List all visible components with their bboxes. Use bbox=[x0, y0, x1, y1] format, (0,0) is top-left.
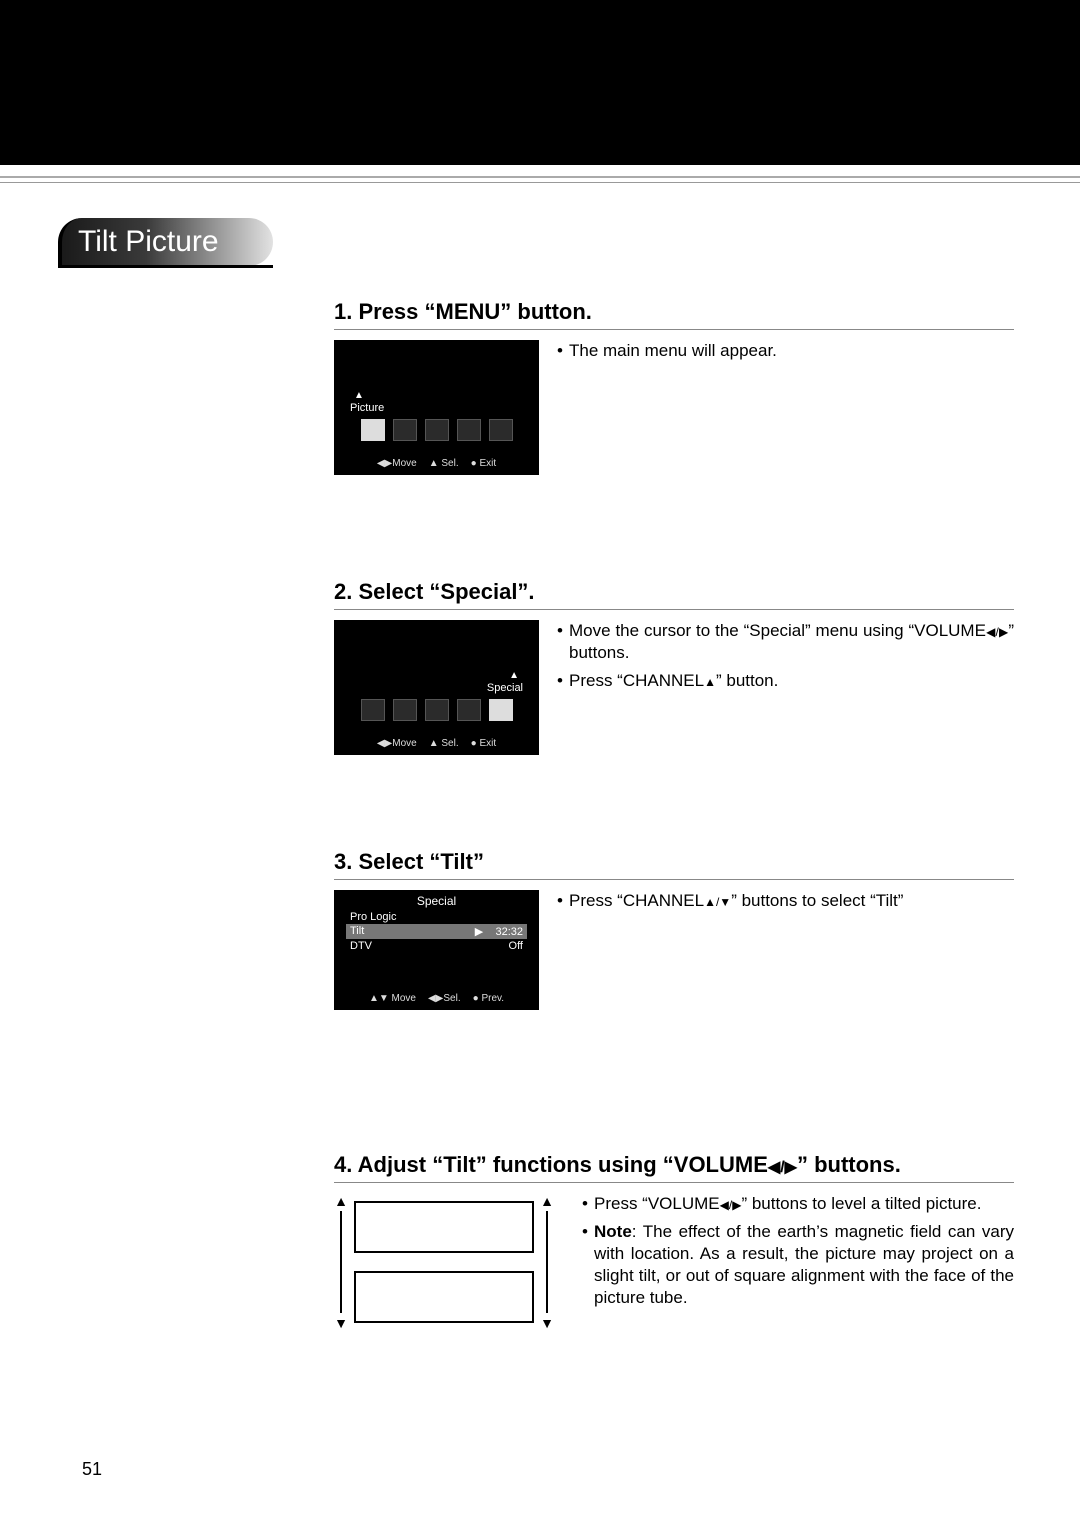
osd-nav-sel: ▲ Sel. bbox=[429, 458, 459, 469]
osd-row-selected: Tilt ▶ 32:32 bbox=[346, 924, 527, 939]
note-label: Note bbox=[594, 1222, 632, 1241]
section-title-underline bbox=[58, 265, 273, 268]
osd-nav-exit: ● Exit bbox=[471, 738, 497, 749]
osd-icon bbox=[425, 419, 449, 441]
osd-row-value: Off bbox=[509, 940, 523, 952]
header-rule-2 bbox=[0, 182, 1080, 183]
header-black-band bbox=[0, 0, 1080, 165]
step-heading: 1. Press “MENU” button. bbox=[334, 299, 1014, 325]
tilt-arrow-right: ▲ ▼ bbox=[542, 1193, 552, 1331]
step-notes: Press “CHANNEL▲/▼” buttons to select “Ti… bbox=[557, 890, 1014, 918]
manual-page: Tilt Picture 1. Press “MENU” button. ▲ P… bbox=[0, 0, 1080, 1526]
tilt-rect-bottom bbox=[354, 1271, 534, 1323]
triangle-up-down-icon: ▲/▼ bbox=[704, 895, 731, 909]
step-rule bbox=[334, 609, 1014, 610]
osd-submenu-rows: Pro Logic Tilt ▶ 32:32 DTV Off bbox=[346, 910, 527, 953]
osd-icon bbox=[457, 699, 481, 721]
step-rule bbox=[334, 329, 1014, 330]
note-item: Press “CHANNEL▲/▼” buttons to select “Ti… bbox=[557, 890, 1014, 912]
step-heading: 3. Select “Tilt” bbox=[334, 849, 1014, 875]
osd-row: DTV Off bbox=[346, 939, 527, 953]
osd-screenshot-submenu: Special Pro Logic Tilt ▶ 32:32 DTV Off bbox=[334, 890, 539, 1010]
note-item: Move the cursor to the “Special” menu us… bbox=[557, 620, 1014, 664]
osd-icon bbox=[457, 419, 481, 441]
chevron-up-icon: ▲ bbox=[354, 390, 364, 401]
triangle-down-icon: ▼ bbox=[334, 1315, 348, 1331]
step-rule bbox=[334, 1182, 1014, 1183]
osd-nav-sel: ◀▶Sel. bbox=[428, 993, 461, 1004]
header-rule-1 bbox=[0, 176, 1080, 178]
note-item: The main menu will appear. bbox=[557, 340, 1014, 362]
tilt-arrow-left: ▲ ▼ bbox=[336, 1193, 346, 1331]
osd-nav-hint: ▲▼ Move ◀▶Sel. ● Prev. bbox=[334, 993, 539, 1004]
osd-row-label: Pro Logic bbox=[350, 911, 396, 923]
step-heading: 2. Select “Special”. bbox=[334, 579, 1014, 605]
step-notes: The main menu will appear. bbox=[557, 340, 1014, 368]
osd-icon bbox=[361, 419, 385, 441]
osd-row-label: DTV bbox=[350, 940, 372, 952]
section-title: Tilt Picture bbox=[58, 218, 273, 266]
tilt-diagram: ▲ ▼ ▲ ▼ bbox=[334, 1193, 564, 1331]
osd-row-label: Tilt bbox=[350, 925, 364, 938]
osd-icon-bar bbox=[346, 695, 527, 725]
osd-nav-sel: ▲ Sel. bbox=[429, 738, 459, 749]
step-notes: Move the cursor to the “Special” menu us… bbox=[557, 620, 1014, 698]
osd-nav-move: ◀▶Move bbox=[377, 458, 417, 469]
osd-nav-exit: ● Exit bbox=[471, 458, 497, 469]
tilt-rect-top bbox=[354, 1201, 534, 1253]
step-row: ▲ ▼ ▲ ▼ Press “VOLUME◀/▶” buttons to lev… bbox=[334, 1193, 1014, 1331]
osd-row: Pro Logic bbox=[346, 910, 527, 924]
osd-nav-exit: ● Prev. bbox=[473, 993, 504, 1004]
triangle-left-right-icon: ◀/▶ bbox=[720, 1198, 742, 1212]
section-title-text: Tilt Picture bbox=[78, 225, 219, 259]
osd-icon bbox=[393, 419, 417, 441]
osd-icon bbox=[393, 699, 417, 721]
osd-icon bbox=[361, 699, 385, 721]
step-notes: Press “VOLUME◀/▶” buttons to level a til… bbox=[582, 1193, 1014, 1315]
step-row: Special Pro Logic Tilt ▶ 32:32 DTV Off bbox=[334, 890, 1014, 1010]
page-number: 51 bbox=[82, 1459, 102, 1480]
osd-submenu-title: Special bbox=[334, 894, 539, 908]
note-item: Note: The effect of the earth’s magnetic… bbox=[582, 1221, 1014, 1309]
step-heading: 4. Adjust “Tilt” functions using “VOLUME… bbox=[334, 1152, 1014, 1178]
note-item: Press “VOLUME◀/▶” buttons to level a til… bbox=[582, 1193, 1014, 1215]
osd-screenshot-main-menu: ▲ Special ◀▶Move ▲ Sel. ● Exit bbox=[334, 620, 539, 755]
osd-nav-move: ◀▶Move bbox=[377, 738, 417, 749]
triangle-left-right-icon: ◀/▶ bbox=[986, 625, 1008, 639]
triangle-up-icon: ▲ bbox=[704, 675, 716, 689]
osd-nav-hint: ◀▶Move ▲ Sel. ● Exit bbox=[334, 738, 539, 749]
osd-nav-hint: ◀▶Move ▲ Sel. ● Exit bbox=[334, 458, 539, 469]
osd-nav-move: ▲▼ Move bbox=[369, 993, 416, 1004]
triangle-left-right-icon: ◀/▶ bbox=[768, 1159, 797, 1176]
note-item: Press “CHANNEL▲” button. bbox=[557, 670, 1014, 692]
triangle-up-icon: ▲ bbox=[540, 1193, 554, 1209]
content-area: 1. Press “MENU” button. ▲ Picture ◀▶Move… bbox=[334, 275, 1014, 1331]
step-row: ▲ Special ◀▶Move ▲ Sel. ● Exit Move th bbox=[334, 620, 1014, 755]
step-row: ▲ Picture ◀▶Move ▲ Sel. ● Exit The mai bbox=[334, 340, 1014, 475]
osd-icon bbox=[489, 699, 513, 721]
step-rule bbox=[334, 879, 1014, 880]
osd-screenshot-main-menu: ▲ Picture ◀▶Move ▲ Sel. ● Exit bbox=[334, 340, 539, 475]
osd-menu-label: Special bbox=[487, 682, 523, 694]
osd-icon bbox=[425, 699, 449, 721]
osd-icon-bar bbox=[346, 415, 527, 445]
osd-menu-label: Picture bbox=[350, 402, 384, 414]
chevron-up-icon: ▲ bbox=[509, 670, 519, 681]
triangle-down-icon: ▼ bbox=[540, 1315, 554, 1331]
osd-icon bbox=[489, 419, 513, 441]
triangle-up-icon: ▲ bbox=[334, 1193, 348, 1209]
osd-row-value: ▶ 32:32 bbox=[475, 925, 523, 938]
